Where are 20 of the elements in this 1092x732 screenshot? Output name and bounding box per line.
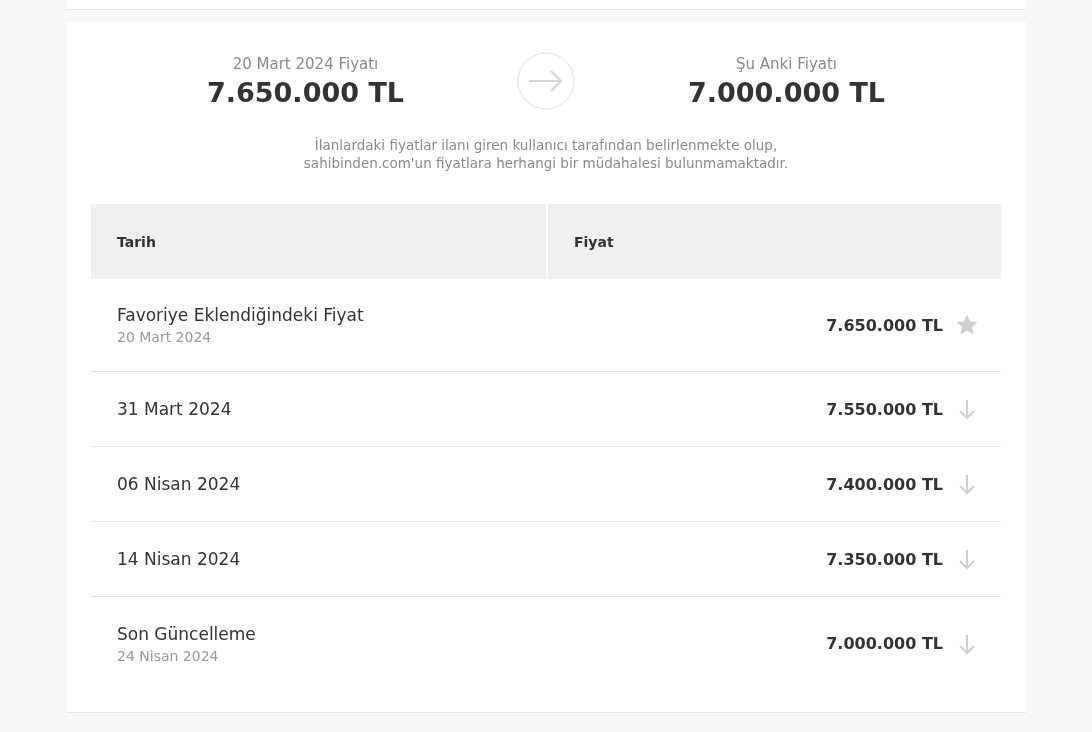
disclaimer-text: İlanlardaki fiyatlar ilanı giren kullanıcı tarafından belirlenmekte olup, sahibinden.com'un fiyatlara herhangi bir müdahalesi bulunmamaktadır. — [302, 136, 790, 172]
old-price-label: 20 Mart 2024 Fiyatı — [232, 54, 379, 73]
row-price: 7.000.000 TL — [826, 634, 943, 653]
row-price: 7.350.000 TL — [826, 549, 943, 569]
row-price: 7.550.000 TL — [826, 399, 943, 419]
row-title: Favoriye Eklendiğindeki Fiyat — [117, 305, 364, 325]
row-title: 06 Nisan 2024 — [117, 474, 241, 494]
row-title: 31 Mart 2024 — [117, 399, 232, 419]
row-title: Son Güncelleme — [117, 623, 256, 644]
row-title: 14 Nisan 2024 — [117, 549, 241, 569]
row-date: 24 Nisan 2024 — [117, 647, 220, 664]
row-price: 7.650.000 TL — [826, 315, 943, 335]
current-price-label: Şu Anki Fiyatı — [736, 54, 837, 73]
row-date: 20 Mart 2024 — [117, 329, 213, 345]
old-price: 7.650.000 TL — [206, 76, 404, 108]
current-price: 7.000.000 TL — [687, 76, 885, 108]
arrow-right-icon — [517, 52, 575, 110]
column-header: Fiyat — [546, 204, 1001, 279]
column-header: Tarih — [116, 232, 157, 252]
row-price: 7.400.000 TL — [826, 474, 943, 494]
